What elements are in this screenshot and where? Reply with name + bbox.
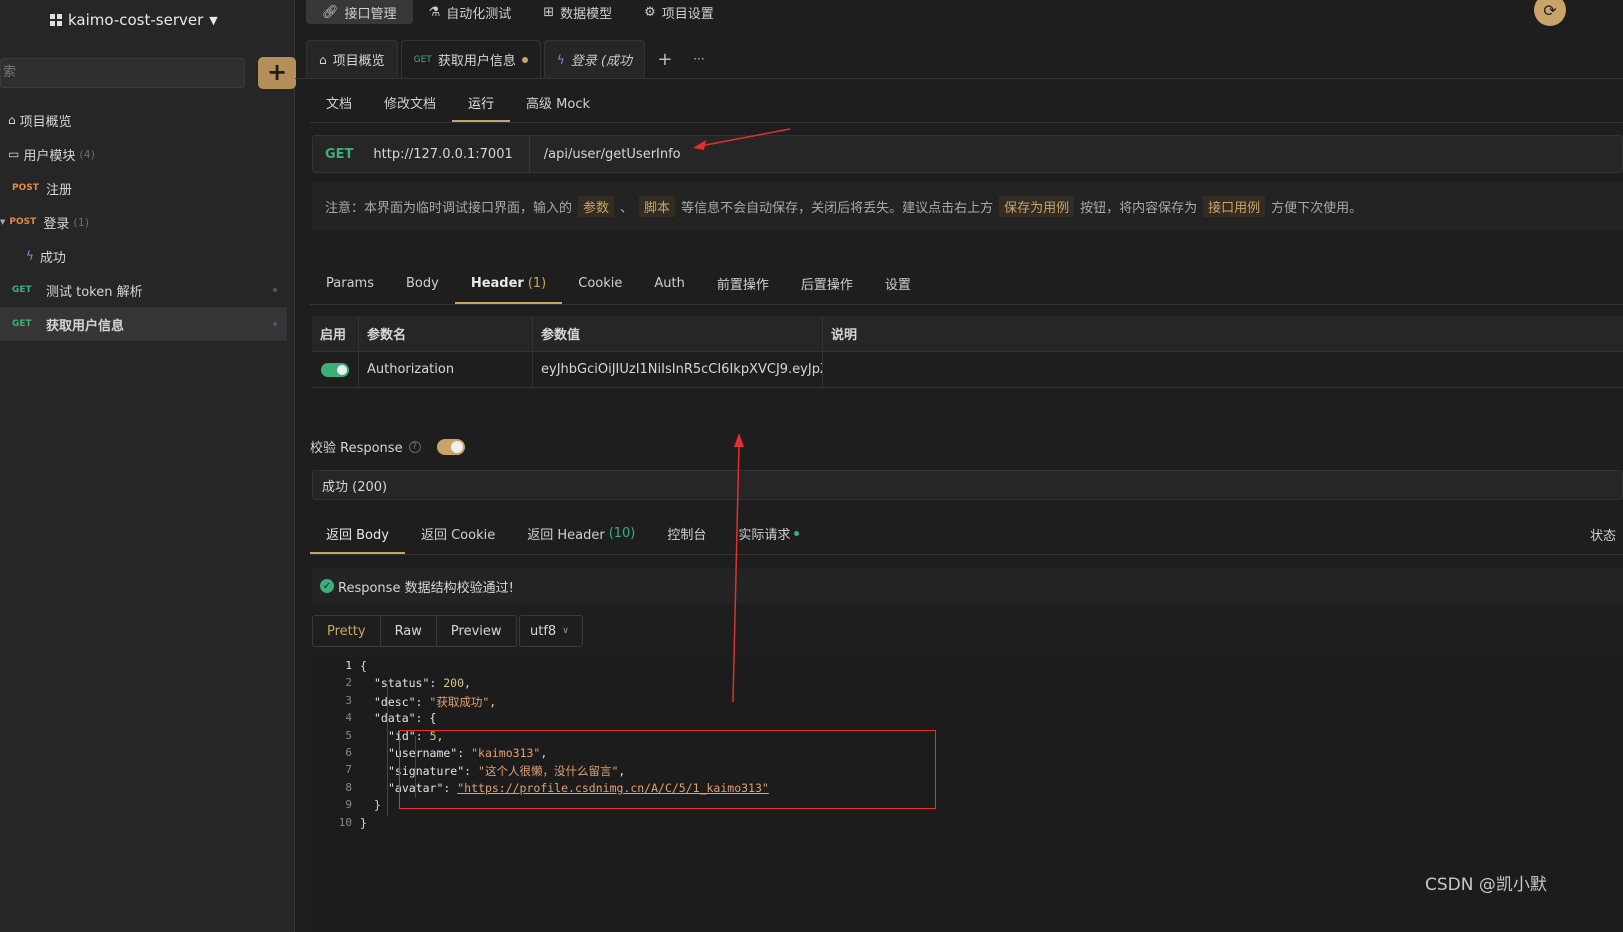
watermark: CSDN @凯小默: [1425, 875, 1547, 895]
annotation-arrow-url: [699, 128, 791, 147]
annotation-arrowhead-token: [734, 433, 744, 447]
annotation-arrow-token: [732, 443, 740, 703]
annotation-arrowhead-url: [693, 140, 706, 150]
annotation-arrows: [693, 128, 791, 703]
